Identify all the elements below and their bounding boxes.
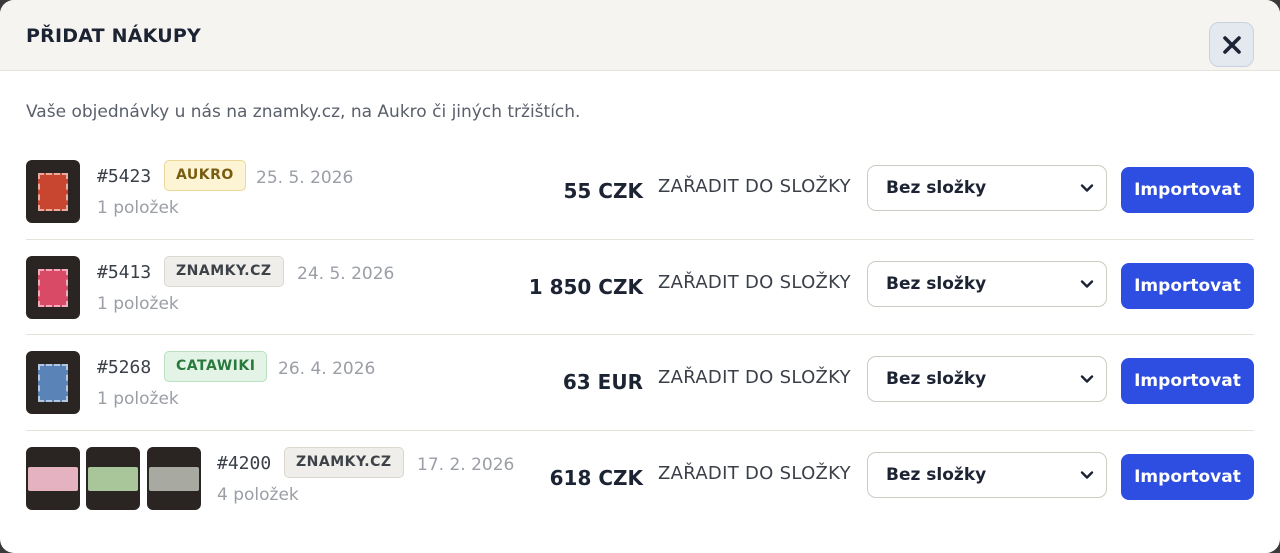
stamp-thumbnail — [26, 160, 80, 223]
order-price: 55 CZK — [563, 179, 643, 203]
chevron-down-icon — [1080, 280, 1094, 288]
order-row: #5413 ZNAMKY.CZ 24. 5. 2026 1 položek 1 … — [26, 256, 1254, 351]
folder-select-value: Bez složky — [886, 274, 987, 294]
order-price: 618 CZK — [549, 466, 643, 490]
order-row: #5423 AUKRO 25. 5. 2026 1 položek 55 CZK… — [26, 160, 1254, 255]
modal-subtitle: Vaše objednávky u nás na znamky.cz, na A… — [26, 102, 581, 122]
banknote-thumbnail — [147, 447, 201, 510]
source-badge: ZNAMKY.CZ — [164, 256, 284, 287]
order-row: #5268 CATAWIKI 26. 4. 2026 1 položek 63 … — [26, 351, 1254, 446]
order-date: 24. 5. 2026 — [297, 264, 395, 284]
import-button[interactable]: Importovat — [1121, 263, 1254, 309]
banknote-thumbnail — [26, 447, 80, 510]
chevron-down-icon — [1080, 471, 1094, 479]
folder-label: ZAŘADIT DO SLOŽKY — [658, 176, 851, 197]
row-divider — [26, 239, 1254, 240]
row-divider — [26, 430, 1254, 431]
order-date: 25. 5. 2026 — [256, 168, 354, 188]
stamp-thumbnail — [26, 256, 80, 319]
folder-select[interactable]: Bez složky — [867, 356, 1107, 402]
row-divider — [26, 334, 1254, 335]
order-price: 1 850 CZK — [528, 275, 643, 299]
order-date: 17. 2. 2026 — [417, 455, 515, 475]
folder-select-value: Bez složky — [886, 465, 987, 485]
folder-select-value: Bez složky — [886, 369, 987, 389]
chevron-down-icon — [1080, 375, 1094, 383]
folder-label: ZAŘADIT DO SLOŽKY — [658, 463, 851, 484]
folder-select[interactable]: Bez složky — [867, 165, 1107, 211]
banknote-thumbnail — [86, 447, 140, 510]
order-row: #4200 ZNAMKY.CZ 17. 2. 2026 4 položek 61… — [26, 447, 1254, 542]
import-button[interactable]: Importovat — [1121, 358, 1254, 404]
order-items-count: 4 položek — [217, 485, 299, 505]
folder-select[interactable]: Bez složky — [867, 261, 1107, 307]
source-badge: ZNAMKY.CZ — [284, 447, 404, 478]
close-button[interactable] — [1209, 22, 1254, 67]
source-badge: CATAWIKI — [164, 351, 268, 382]
source-badge: AUKRO — [164, 160, 246, 191]
folder-select-value: Bez složky — [886, 178, 987, 198]
import-button[interactable]: Importovat — [1121, 454, 1254, 500]
modal-header: PŘIDAT NÁKUPY — [0, 0, 1280, 71]
order-items-count: 1 položek — [97, 294, 179, 314]
order-id: #5423 — [97, 166, 152, 187]
order-id: #4200 — [217, 453, 272, 474]
import-button[interactable]: Importovat — [1121, 167, 1254, 213]
stamp-thumbnail — [26, 351, 80, 414]
order-items-count: 1 položek — [97, 198, 179, 218]
folder-label: ZAŘADIT DO SLOŽKY — [658, 367, 851, 388]
modal-title: PŘIDAT NÁKUPY — [26, 25, 201, 47]
order-date: 26. 4. 2026 — [278, 359, 376, 379]
order-id: #5268 — [97, 357, 152, 378]
folder-select[interactable]: Bez složky — [867, 452, 1107, 498]
order-items-count: 1 položek — [97, 389, 179, 409]
order-id: #5413 — [97, 262, 152, 283]
add-purchases-modal: PŘIDAT NÁKUPY Vaše objednávky u nás na z… — [0, 0, 1280, 553]
chevron-down-icon — [1080, 184, 1094, 192]
folder-label: ZAŘADIT DO SLOŽKY — [658, 272, 851, 293]
order-price: 63 EUR — [562, 370, 643, 394]
close-icon — [1222, 35, 1241, 54]
